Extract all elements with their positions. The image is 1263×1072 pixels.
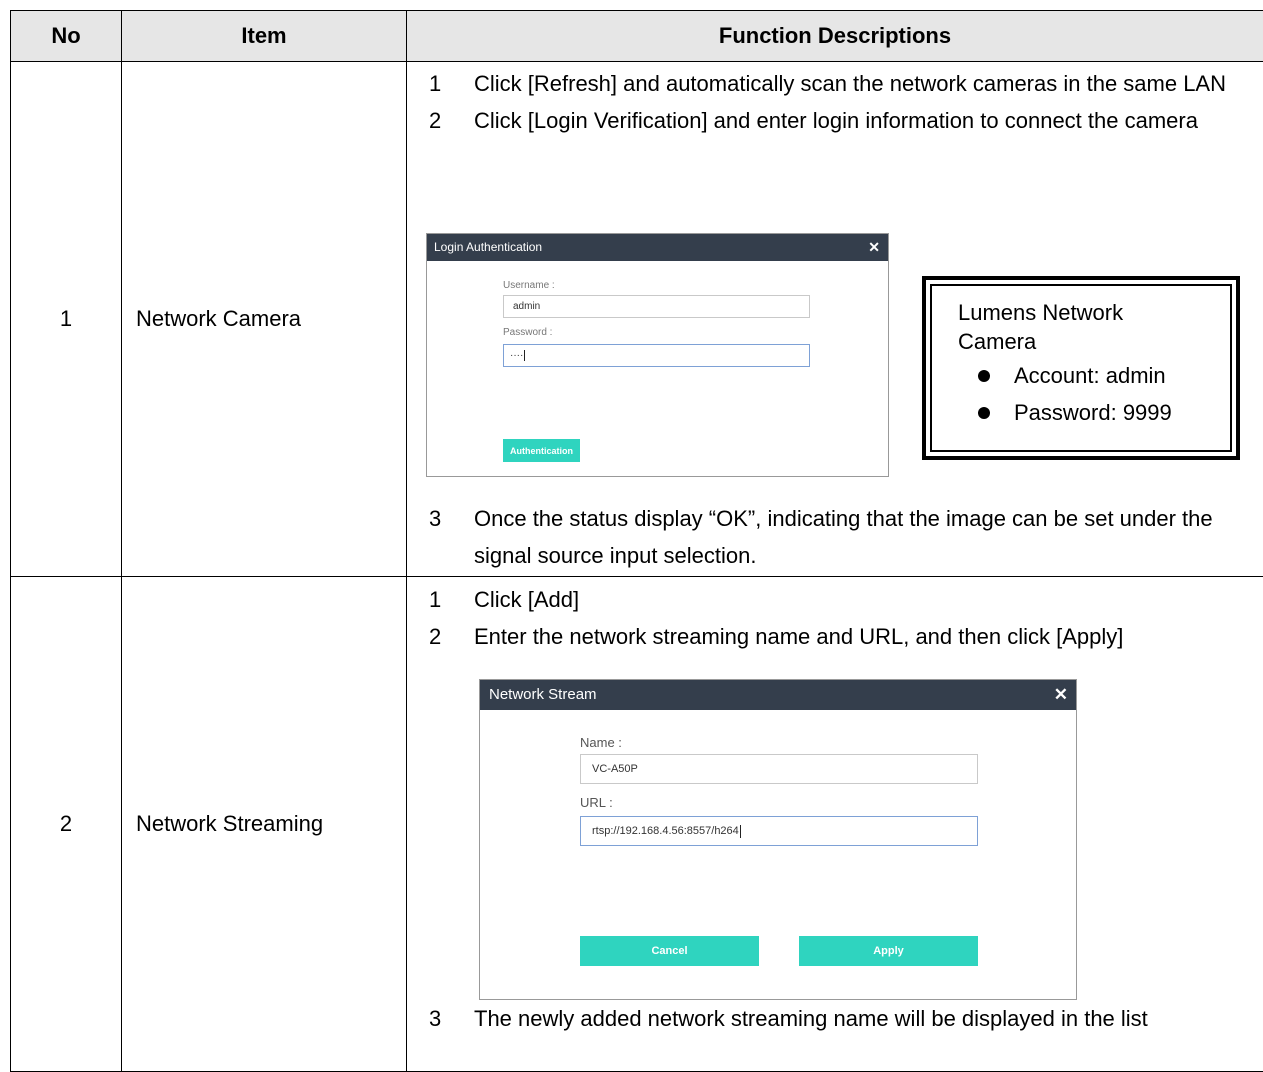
row-number: 2 <box>10 576 122 1072</box>
row-number: 1 <box>10 61 122 577</box>
network-stream-dialog: Network Stream ✕ Name : VC-A50P URL : rt… <box>479 679 1077 1000</box>
apply-button[interactable]: Apply <box>799 936 978 966</box>
step-text: The newly added network streaming name w… <box>474 1006 1148 1031</box>
step-list: 3 Once the status display “OK”, indicati… <box>407 500 1257 574</box>
table-row: 1 Network Camera 1 Click [Refresh] and a… <box>10 61 1263 577</box>
dialog-title-bar: Login Authentication ✕ <box>427 234 888 261</box>
step-item: 3 The newly added network streaming name… <box>407 1000 1257 1037</box>
dialog-title: Network Stream <box>489 686 597 703</box>
authentication-button[interactable]: Authentication <box>503 439 580 462</box>
step-text: Click [Login Verification] and enter log… <box>474 108 1198 133</box>
bullet-icon <box>978 369 990 382</box>
name-value: VC-A50P <box>592 763 638 775</box>
username-field[interactable]: admin <box>503 295 810 318</box>
step-item: 3 Once the status display “OK”, indicati… <box>407 500 1257 574</box>
info-bullet-text: Password: 9999 <box>1014 400 1172 425</box>
step-text: Click [Refresh] and automatically scan t… <box>474 71 1226 96</box>
step-item: 1 Click [Add] <box>407 581 1187 618</box>
step-list: 1 Click [Add] 2 Enter the network stream… <box>407 581 1187 655</box>
step-number: 1 <box>429 587 442 612</box>
info-bullet-text: Account: admin <box>1014 363 1166 388</box>
bullet-icon <box>978 406 990 419</box>
close-icon[interactable]: ✕ <box>1054 680 1068 710</box>
info-bullet: Account: admin <box>978 361 1166 390</box>
password-field[interactable]: ···· <box>503 344 810 367</box>
step-number: 1 <box>429 71 442 96</box>
step-item: 1 Click [Refresh] and automatically scan… <box>407 65 1247 102</box>
url-label: URL : <box>580 795 613 810</box>
name-label: Name : <box>580 735 622 750</box>
step-text: Enter the network streaming name and URL… <box>474 624 1124 649</box>
step-item: 2 Enter the network streaming name and U… <box>407 618 1187 655</box>
info-title: Lumens Network Camera <box>958 300 1124 354</box>
url-value: rtsp://192.168.4.56:8557/h264 <box>592 825 739 837</box>
step-number: 3 <box>429 1006 442 1031</box>
username-value: admin <box>513 301 541 312</box>
text-cursor <box>739 824 741 838</box>
header-item: Item <box>121 10 407 62</box>
password-value: ···· <box>510 350 524 361</box>
cancel-button[interactable]: Cancel <box>580 936 759 966</box>
url-field[interactable]: rtsp://192.168.4.56:8557/h264 <box>580 816 978 846</box>
name-field[interactable]: VC-A50P <box>580 754 978 784</box>
step-text: Click [Add] <box>474 587 580 612</box>
row-description: 1 Click [Add] 2 Enter the network stream… <box>406 576 1263 1072</box>
step-number: 2 <box>429 108 442 133</box>
info-bullet: Password: 9999 <box>978 398 1172 427</box>
step-text: Once the status display “OK”, indicating… <box>474 506 1213 568</box>
row-item: Network Camera <box>121 61 407 577</box>
text-cursor <box>524 349 526 361</box>
credentials-info-box: Lumens Network Camera Account: admin Pas… <box>922 276 1240 460</box>
step-list: 1 Click [Refresh] and automatically scan… <box>407 65 1247 139</box>
row-description: 1 Click [Refresh] and automatically scan… <box>406 61 1263 577</box>
step-number: 2 <box>429 624 442 649</box>
close-icon[interactable]: ✕ <box>868 234 880 261</box>
dialog-title-bar: Network Stream ✕ <box>480 680 1076 710</box>
header-function-descriptions: Function Descriptions <box>406 10 1263 62</box>
step-item: 2 Click [Login Verification] and enter l… <box>407 102 1247 139</box>
login-authentication-dialog: Login Authentication ✕ Username : admin … <box>426 233 889 477</box>
header-row: No Item Function Descriptions <box>10 10 1263 62</box>
step-list: 3 The newly added network streaming name… <box>407 1000 1257 1037</box>
function-table: No Item Function Descriptions 1 Network … <box>10 10 1263 1072</box>
username-label: Username : <box>503 280 555 291</box>
password-label: Password : <box>503 327 553 338</box>
step-number: 3 <box>429 506 442 531</box>
table-row: 2 Network Streaming 1 Click [Add] 2 Ente… <box>10 576 1263 1072</box>
dialog-title: Login Authentication <box>434 240 543 254</box>
row-item: Network Streaming <box>121 576 407 1072</box>
header-no: No <box>10 10 122 62</box>
